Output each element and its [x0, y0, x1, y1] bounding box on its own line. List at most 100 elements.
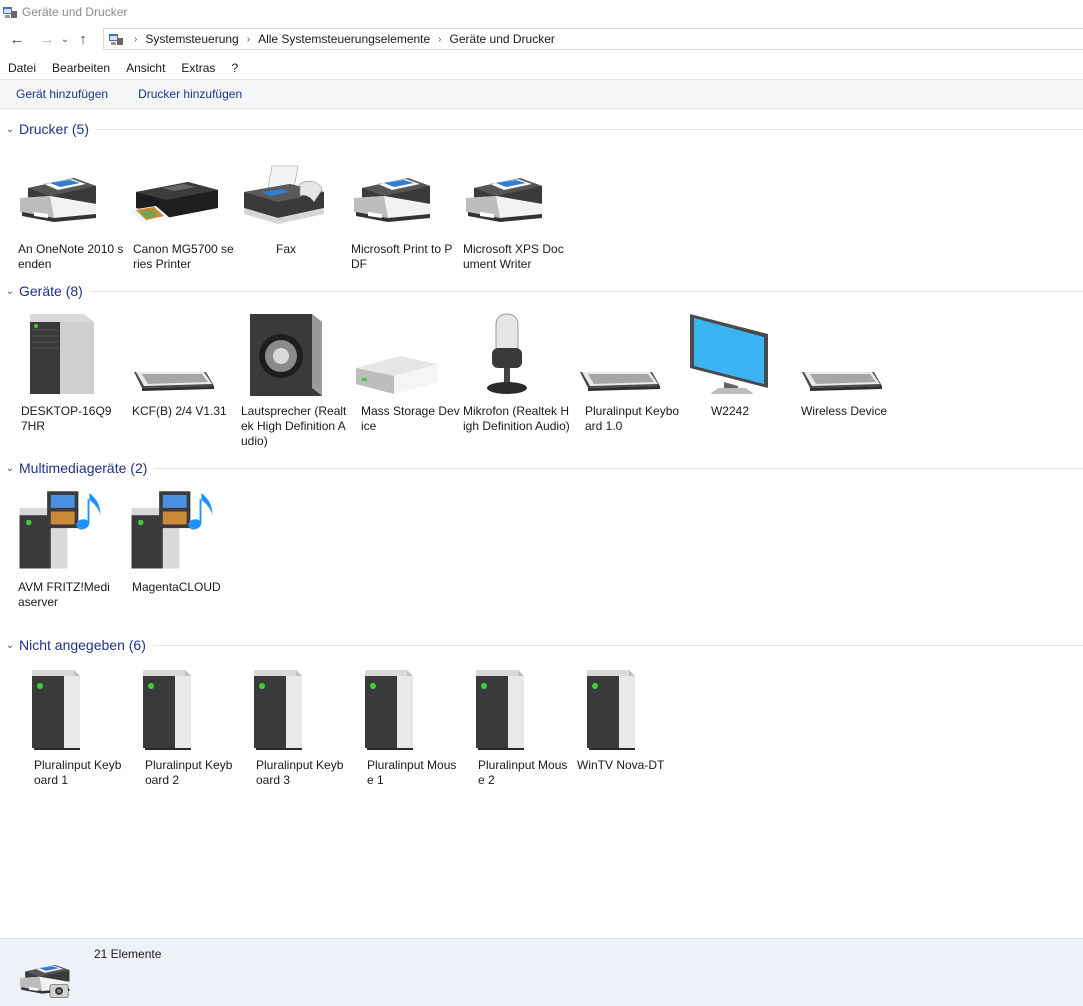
device-item[interactable]: Canon MG5700 series Printer [126, 148, 236, 272]
breadcrumb-separator-icon[interactable]: › [438, 34, 441, 45]
chevron-down-icon[interactable]: ⌄ [4, 286, 16, 297]
keyboard-icon [126, 310, 218, 396]
menu-bar: Datei Bearbeiten Ansicht Extras ? [0, 58, 254, 78]
device-label: Mikrofon (Realtek High Definition Audio) [463, 404, 570, 433]
device-item[interactable]: Pluralinput Keyboard 3 [236, 664, 346, 788]
generic-device-icon [569, 664, 661, 750]
device-label: Pluralinput Keyboard 2 [145, 758, 233, 787]
device-item[interactable]: Pluralinput Mouse 2 [458, 664, 568, 788]
device-label: Pluralinput Keyboard 3 [256, 758, 344, 787]
group-title: Drucker (5) [19, 121, 90, 137]
up-arrow-icon[interactable]: ↑ [72, 28, 94, 50]
device-item[interactable]: W2242 [684, 310, 794, 419]
device-item[interactable]: DESKTOP-16Q97HR [14, 310, 124, 434]
device-item[interactable]: Pluralinput Keyboard 2 [125, 664, 235, 788]
device-label: Pluralinput Keyboard 1 [34, 758, 122, 787]
menu-help[interactable]: ? [231, 61, 238, 75]
group-header-printers[interactable]: ⌄ Drucker (5) [4, 119, 1083, 139]
generic-device-icon [125, 664, 217, 750]
keyboard-icon [794, 310, 886, 396]
breadcrumb-systemsteuerung[interactable]: Systemsteuerung [145, 32, 238, 46]
title-bar: Geräte und Drucker [0, 0, 1083, 24]
printer-camera-icon [16, 953, 76, 1006]
menu-datei[interactable]: Datei [8, 61, 36, 75]
device-item[interactable]: AVM FRITZ!Mediaserver [14, 486, 124, 610]
breadcrumb-alle-elemente[interactable]: Alle Systemsteuerungselemente [258, 32, 430, 46]
device-label: Canon MG5700 series Printer [133, 242, 234, 271]
monitor-icon [684, 310, 776, 396]
group-header-unspecified[interactable]: ⌄ Nicht angegeben (6) [4, 635, 1083, 655]
add-printer-button[interactable]: Drucker hinzufügen [138, 87, 242, 101]
drive-icon [350, 310, 442, 396]
device-label: Mass Storage Device [361, 404, 460, 433]
device-label: AVM FRITZ!Mediaserver [18, 580, 110, 609]
device-item[interactable]: Microsoft XPS Document Writer [460, 148, 570, 272]
fax-icon [236, 148, 328, 234]
printer-icon [348, 148, 440, 234]
group-header-devices[interactable]: ⌄ Geräte (8) [4, 281, 1083, 301]
printer-icon [460, 148, 552, 234]
group-header-multimedia[interactable]: ⌄ Multimediageräte (2) [4, 458, 1083, 478]
device-item[interactable]: Lautsprecher (Realtek High Definition Au… [238, 310, 348, 449]
device-label: DESKTOP-16Q97HR [21, 404, 112, 433]
chevron-down-icon[interactable]: ⌄ [4, 463, 16, 474]
device-item[interactable]: An OneNote 2010 senden [14, 148, 124, 272]
recent-locations-chevron-icon[interactable]: ⌄ [58, 28, 72, 50]
keyboard-icon [572, 310, 664, 396]
device-label: W2242 [710, 404, 750, 418]
device-item[interactable]: WinTV Nova-DT [569, 664, 679, 773]
group-divider [153, 644, 1083, 646]
group-title: Nicht angegeben (6) [19, 637, 146, 653]
breadcrumb-geraete-und-drucker[interactable]: Geräte und Drucker [450, 32, 555, 46]
menu-extras[interactable]: Extras [181, 61, 215, 75]
device-label: Pluralinput Mouse 1 [367, 758, 457, 787]
details-pane: 21 Elemente [0, 938, 1083, 1006]
media-server-icon [14, 486, 106, 572]
chevron-down-icon[interactable]: ⌄ [4, 640, 16, 651]
address-bar[interactable]: › Systemsteuerung › Alle Systemsteuerung… [103, 28, 1083, 50]
generic-device-icon [458, 664, 550, 750]
computer-tower-icon [14, 310, 106, 396]
device-label: Microsoft Print to PDF [351, 242, 453, 271]
speaker-icon [238, 310, 330, 396]
generic-device-icon [14, 664, 106, 750]
device-label: Lautsprecher (Realtek High Definition Au… [241, 404, 347, 448]
device-item[interactable]: Pluralinput Keyboard 1 [14, 664, 124, 788]
device-item[interactable]: Microsoft Print to PDF [348, 148, 458, 272]
device-label: MagentaCLOUD [132, 580, 221, 594]
window-title: Geräte und Drucker [22, 5, 128, 19]
breadcrumb-separator-icon[interactable]: › [247, 34, 250, 45]
device-label: Fax [275, 242, 296, 256]
device-item[interactable]: MagentaCLOUD [126, 486, 236, 595]
device-label: Wireless Device [801, 404, 888, 418]
microphone-icon [460, 310, 552, 396]
media-server-icon [126, 486, 218, 572]
generic-device-icon [236, 664, 328, 750]
device-item[interactable]: KCF(B) 2/4 V1.31 [126, 310, 236, 419]
add-device-button[interactable]: Gerät hinzufügen [16, 87, 108, 101]
breadcrumb-separator-icon[interactable]: › [134, 34, 137, 45]
back-arrow-icon[interactable]: ← [6, 28, 28, 50]
forward-arrow-icon[interactable]: → [36, 28, 58, 50]
control-panel-icon [108, 31, 124, 47]
item-count: 21 Elemente [94, 947, 162, 961]
device-item[interactable]: Mikrofon (Realtek High Definition Audio) [460, 310, 570, 434]
device-item[interactable]: Fax [236, 148, 346, 257]
generic-device-icon [347, 664, 439, 750]
navigation-bar: ← → ⌄ ↑ › Systemsteuerung › Alle Systems… [0, 27, 1083, 51]
command-bar: Gerät hinzufügen Drucker hinzufügen [0, 79, 1083, 109]
group-divider [90, 290, 1083, 292]
device-label: Pluralinput Keyboard 1.0 [585, 404, 680, 433]
device-item[interactable]: Pluralinput Keyboard 1.0 [572, 310, 682, 434]
group-title: Geräte (8) [19, 283, 83, 299]
menu-bearbeiten[interactable]: Bearbeiten [52, 61, 110, 75]
device-item[interactable]: Pluralinput Mouse 1 [347, 664, 457, 788]
device-label: KCF(B) 2/4 V1.31 [132, 404, 227, 418]
device-label: Pluralinput Mouse 2 [478, 758, 568, 787]
group-title: Multimediageräte (2) [19, 460, 148, 476]
menu-ansicht[interactable]: Ansicht [126, 61, 165, 75]
device-item[interactable]: Mass Storage Device [350, 310, 460, 434]
printer-icon [14, 148, 106, 234]
device-item[interactable]: Wireless Device [794, 310, 904, 419]
chevron-down-icon[interactable]: ⌄ [4, 124, 16, 135]
